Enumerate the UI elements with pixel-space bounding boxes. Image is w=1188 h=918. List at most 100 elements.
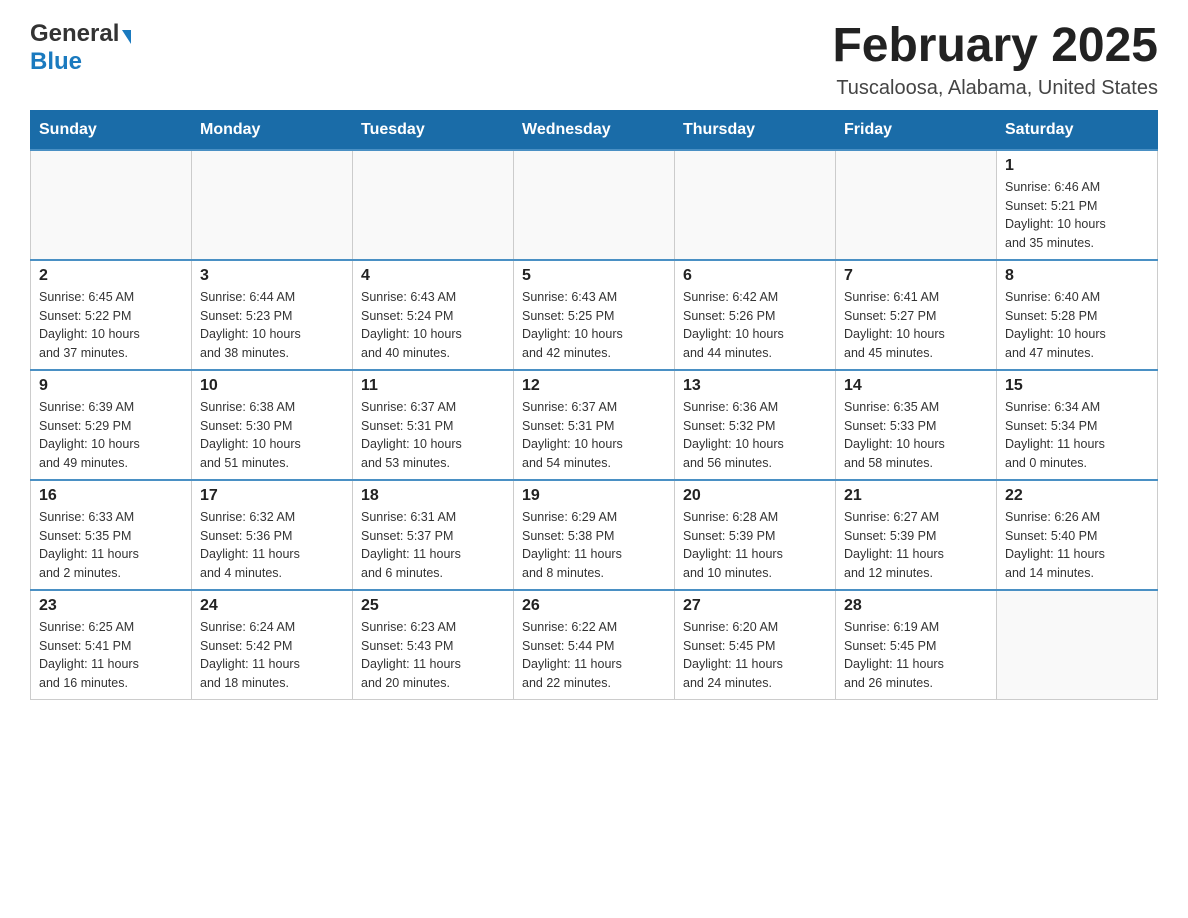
location-title: Tuscaloosa, Alabama, United States	[832, 77, 1158, 100]
calendar-header-monday: Monday	[192, 110, 353, 150]
day-info: Sunrise: 6:22 AMSunset: 5:44 PMDaylight:…	[522, 618, 666, 693]
calendar-cell: 2 Sunrise: 6:45 AMSunset: 5:22 PMDaylight…	[31, 260, 192, 370]
calendar-header-friday: Friday	[836, 110, 997, 150]
day-info: Sunrise: 6:46 AMSunset: 5:21 PMDaylight:…	[1005, 178, 1149, 253]
calendar-cell: 21 Sunrise: 6:27 AMSunset: 5:39 PMDayligh…	[836, 480, 997, 590]
day-info: Sunrise: 6:40 AMSunset: 5:28 PMDaylight:…	[1005, 288, 1149, 363]
calendar-cell: 1Sunrise: 6:46 AMSunset: 5:21 PMDaylight…	[997, 150, 1158, 260]
day-number: 24	[200, 597, 344, 615]
calendar-cell: 11Sunrise: 6:37 AMSunset: 5:31 PMDayligh…	[353, 370, 514, 480]
calendar-cell: 20 Sunrise: 6:28 AMSunset: 5:39 PMDayligh…	[675, 480, 836, 590]
logo-arrow-icon	[122, 30, 131, 44]
logo-general-text: General	[30, 20, 119, 48]
day-number: 10	[200, 377, 344, 395]
day-number: 5	[522, 267, 666, 285]
logo-blue-text: Blue	[30, 48, 82, 75]
day-info: Sunrise: 6:29 AMSunset: 5:38 PMDaylight:…	[522, 508, 666, 583]
day-info: Sunrise: 6:43 AMSunset: 5:24 PMDaylight:…	[361, 288, 505, 363]
day-number: 16	[39, 487, 183, 505]
month-title: February 2025	[832, 20, 1158, 73]
day-number: 28	[844, 597, 988, 615]
day-number: 21	[844, 487, 988, 505]
calendar-cell: 26 Sunrise: 6:22 AMSunset: 5:44 PMDayligh…	[514, 590, 675, 700]
calendar-week-row: 23 Sunrise: 6:25 AMSunset: 5:41 PMDayligh…	[31, 590, 1158, 700]
calendar-cell: 9 Sunrise: 6:39 AMSunset: 5:29 PMDaylight…	[31, 370, 192, 480]
day-info: Sunrise: 6:43 AMSunset: 5:25 PMDaylight:…	[522, 288, 666, 363]
calendar-cell: 3Sunrise: 6:44 AMSunset: 5:23 PMDaylight…	[192, 260, 353, 370]
calendar-cell: 8Sunrise: 6:40 AMSunset: 5:28 PMDaylight…	[997, 260, 1158, 370]
day-number: 12	[522, 377, 666, 395]
calendar-week-row: 2 Sunrise: 6:45 AMSunset: 5:22 PMDaylight…	[31, 260, 1158, 370]
calendar-cell: 4 Sunrise: 6:43 AMSunset: 5:24 PMDaylight…	[353, 260, 514, 370]
day-info: Sunrise: 6:25 AMSunset: 5:41 PMDaylight:…	[39, 618, 183, 693]
day-number: 4	[361, 267, 505, 285]
calendar-cell: 10 Sunrise: 6:38 AMSunset: 5:30 PMDayligh…	[192, 370, 353, 480]
title-section: February 2025 Tuscaloosa, Alabama, Unite…	[832, 20, 1158, 100]
calendar-cell	[514, 150, 675, 260]
logo: General Blue	[30, 20, 131, 76]
day-info: Sunrise: 6:45 AMSunset: 5:22 PMDaylight:…	[39, 288, 183, 363]
calendar-cell	[675, 150, 836, 260]
page-header: General Blue February 2025 Tuscaloosa, A…	[30, 20, 1158, 100]
day-number: 26	[522, 597, 666, 615]
calendar-cell: 14 Sunrise: 6:35 AMSunset: 5:33 PMDayligh…	[836, 370, 997, 480]
calendar-header-thursday: Thursday	[675, 110, 836, 150]
day-info: Sunrise: 6:38 AMSunset: 5:30 PMDaylight:…	[200, 398, 344, 473]
logo-line1: General	[30, 20, 131, 48]
calendar-cell: 19 Sunrise: 6:29 AMSunset: 5:38 PMDayligh…	[514, 480, 675, 590]
day-info: Sunrise: 6:44 AMSunset: 5:23 PMDaylight:…	[200, 288, 344, 363]
day-number: 13	[683, 377, 827, 395]
day-info: Sunrise: 6:37 AMSunset: 5:31 PMDaylight:…	[361, 398, 505, 473]
calendar-table: SundayMondayTuesdayWednesdayThursdayFrid…	[30, 110, 1158, 700]
calendar-cell: 12 Sunrise: 6:37 AMSunset: 5:31 PMDayligh…	[514, 370, 675, 480]
day-info: Sunrise: 6:39 AMSunset: 5:29 PMDaylight:…	[39, 398, 183, 473]
calendar-cell: 16Sunrise: 6:33 AMSunset: 5:35 PMDayligh…	[31, 480, 192, 590]
day-number: 20	[683, 487, 827, 505]
day-number: 6	[683, 267, 827, 285]
day-number: 25	[361, 597, 505, 615]
calendar-week-row: 16Sunrise: 6:33 AMSunset: 5:35 PMDayligh…	[31, 480, 1158, 590]
calendar-cell: 27 Sunrise: 6:20 AMSunset: 5:45 PMDayligh…	[675, 590, 836, 700]
day-number: 27	[683, 597, 827, 615]
calendar-header-row: SundayMondayTuesdayWednesdayThursdayFrid…	[31, 110, 1158, 150]
day-info: Sunrise: 6:20 AMSunset: 5:45 PMDaylight:…	[683, 618, 827, 693]
calendar-header-saturday: Saturday	[997, 110, 1158, 150]
day-info: Sunrise: 6:31 AMSunset: 5:37 PMDaylight:…	[361, 508, 505, 583]
day-info: Sunrise: 6:23 AMSunset: 5:43 PMDaylight:…	[361, 618, 505, 693]
calendar-cell	[353, 150, 514, 260]
day-info: Sunrise: 6:37 AMSunset: 5:31 PMDaylight:…	[522, 398, 666, 473]
day-info: Sunrise: 6:41 AMSunset: 5:27 PMDaylight:…	[844, 288, 988, 363]
calendar-week-row: 9 Sunrise: 6:39 AMSunset: 5:29 PMDaylight…	[31, 370, 1158, 480]
day-info: Sunrise: 6:32 AMSunset: 5:36 PMDaylight:…	[200, 508, 344, 583]
day-number: 19	[522, 487, 666, 505]
calendar-cell: 5 Sunrise: 6:43 AMSunset: 5:25 PMDaylight…	[514, 260, 675, 370]
day-number: 18	[361, 487, 505, 505]
day-number: 14	[844, 377, 988, 395]
calendar-cell: 24Sunrise: 6:24 AMSunset: 5:42 PMDayligh…	[192, 590, 353, 700]
calendar-cell: 6Sunrise: 6:42 AMSunset: 5:26 PMDaylight…	[675, 260, 836, 370]
calendar-cell: 7Sunrise: 6:41 AMSunset: 5:27 PMDaylight…	[836, 260, 997, 370]
calendar-header-wednesday: Wednesday	[514, 110, 675, 150]
day-number: 2	[39, 267, 183, 285]
day-info: Sunrise: 6:35 AMSunset: 5:33 PMDaylight:…	[844, 398, 988, 473]
calendar-cell: 22 Sunrise: 6:26 AMSunset: 5:40 PMDayligh…	[997, 480, 1158, 590]
calendar-cell: 23 Sunrise: 6:25 AMSunset: 5:41 PMDayligh…	[31, 590, 192, 700]
day-info: Sunrise: 6:27 AMSunset: 5:39 PMDaylight:…	[844, 508, 988, 583]
day-number: 23	[39, 597, 183, 615]
day-number: 9	[39, 377, 183, 395]
day-number: 22	[1005, 487, 1149, 505]
day-info: Sunrise: 6:28 AMSunset: 5:39 PMDaylight:…	[683, 508, 827, 583]
calendar-cell	[997, 590, 1158, 700]
calendar-header-tuesday: Tuesday	[353, 110, 514, 150]
day-info: Sunrise: 6:36 AMSunset: 5:32 PMDaylight:…	[683, 398, 827, 473]
calendar-cell: 28 Sunrise: 6:19 AMSunset: 5:45 PMDayligh…	[836, 590, 997, 700]
calendar-header-sunday: Sunday	[31, 110, 192, 150]
day-number: 15	[1005, 377, 1149, 395]
calendar-week-row: 1Sunrise: 6:46 AMSunset: 5:21 PMDaylight…	[31, 150, 1158, 260]
day-info: Sunrise: 6:19 AMSunset: 5:45 PMDaylight:…	[844, 618, 988, 693]
calendar-cell: 15Sunrise: 6:34 AMSunset: 5:34 PMDayligh…	[997, 370, 1158, 480]
day-info: Sunrise: 6:26 AMSunset: 5:40 PMDaylight:…	[1005, 508, 1149, 583]
calendar-cell: 18 Sunrise: 6:31 AMSunset: 5:37 PMDayligh…	[353, 480, 514, 590]
calendar-cell	[836, 150, 997, 260]
calendar-cell: 25 Sunrise: 6:23 AMSunset: 5:43 PMDayligh…	[353, 590, 514, 700]
